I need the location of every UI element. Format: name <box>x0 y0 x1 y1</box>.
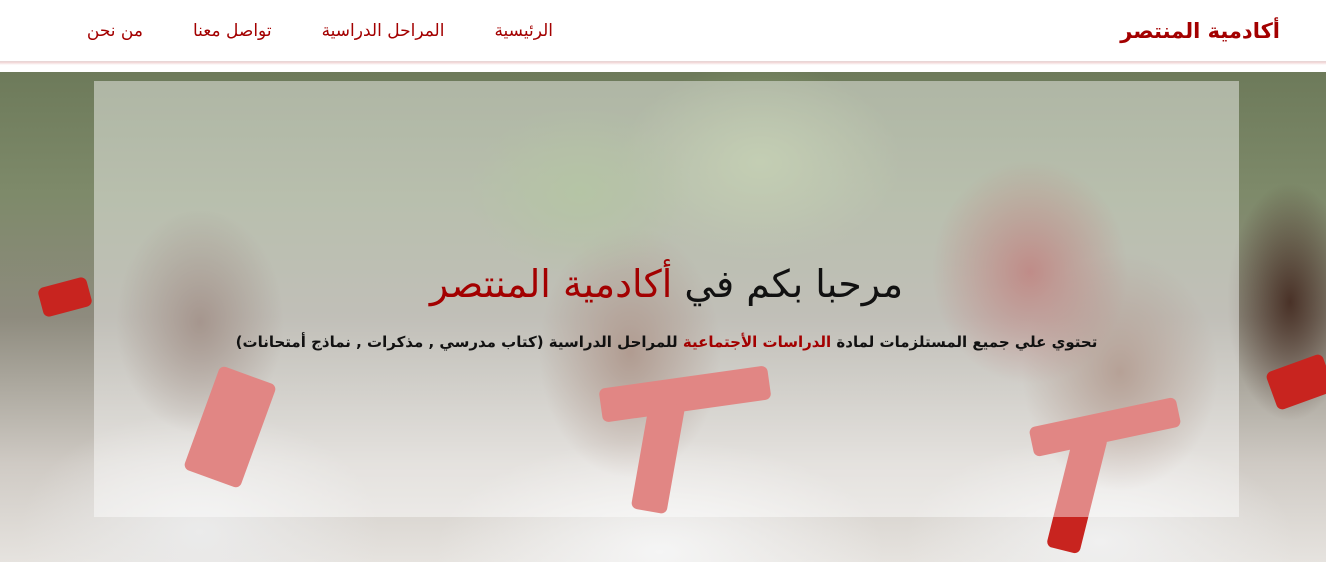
nav-link-about[interactable]: من نحن <box>87 18 143 44</box>
hero-subtitle-prefix: تحتوي علي جميع المستلزمات لمادة <box>831 333 1098 351</box>
navbar: أكادمية المنتصر الرئيسية المراحل الدراسي… <box>0 0 1326 65</box>
scarf-shape <box>1264 352 1326 412</box>
hero-title: مرحبا بكم في أكادمية المنتصر <box>94 258 1239 310</box>
scarf-shape <box>36 276 94 318</box>
nav-link-stages[interactable]: المراحل الدراسية <box>322 18 445 44</box>
hero-title-accent: أكادمية المنتصر <box>429 262 673 306</box>
nav-link-home[interactable]: الرئيسية <box>494 18 553 44</box>
page: أكادمية المنتصر الرئيسية المراحل الدراسي… <box>0 0 1326 562</box>
nav-link-contact[interactable]: تواصل معنا <box>193 18 272 44</box>
brand-logo-link[interactable]: أكادمية المنتصر <box>1120 16 1280 46</box>
nav-links: الرئيسية المراحل الدراسية تواصل معنا من … <box>87 18 553 44</box>
hero-subtitle: تحتوي علي جميع المستلزمات لمادة الدراسات… <box>94 330 1239 354</box>
hero-subtitle-suffix: للمراحل الدراسية (كتاب مدرسي , مذكرات , … <box>235 333 683 351</box>
hero-subtitle-accent: الدراسات الأجتماعية <box>682 333 832 351</box>
hero-title-prefix: مرحبا بكم في <box>672 262 904 306</box>
